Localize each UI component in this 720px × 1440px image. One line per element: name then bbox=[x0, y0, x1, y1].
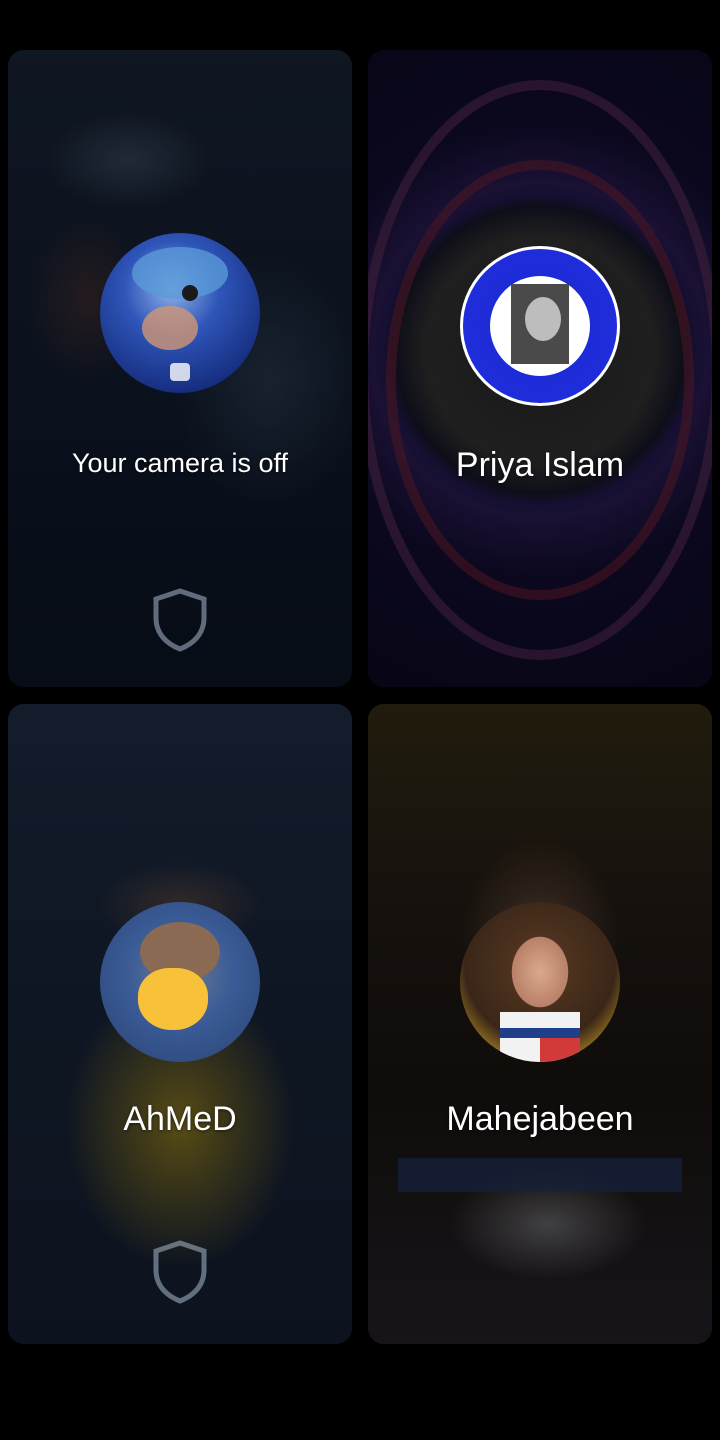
avatar-image bbox=[490, 276, 590, 376]
avatar-image bbox=[132, 247, 228, 381]
camera-off-label: Your camera is off bbox=[71, 448, 289, 478]
cat-face-icon bbox=[138, 968, 208, 1030]
avatar bbox=[460, 902, 620, 1062]
avatar-image bbox=[500, 1012, 580, 1062]
participant-tile-self[interactable]: Your camera is off bbox=[8, 50, 352, 687]
participant-name: AhMeD bbox=[123, 1100, 237, 1138]
participant-name: Priya Islam bbox=[455, 446, 625, 484]
video-call-grid: Your camera is off Priya Islam AhMeD Mah… bbox=[0, 0, 720, 1440]
avatar bbox=[100, 233, 260, 393]
shield-icon bbox=[153, 588, 207, 652]
avatar bbox=[460, 246, 620, 406]
shield-icon bbox=[153, 1240, 207, 1304]
participant-tile-mahejabeen[interactable]: Mahejabeen bbox=[368, 704, 712, 1344]
participant-tile-ahmed[interactable]: AhMeD bbox=[8, 704, 352, 1344]
participant-tile-priya-islam[interactable]: Priya Islam bbox=[368, 50, 712, 687]
avatar bbox=[100, 902, 260, 1062]
participant-name: Mahejabeen bbox=[446, 1100, 634, 1138]
